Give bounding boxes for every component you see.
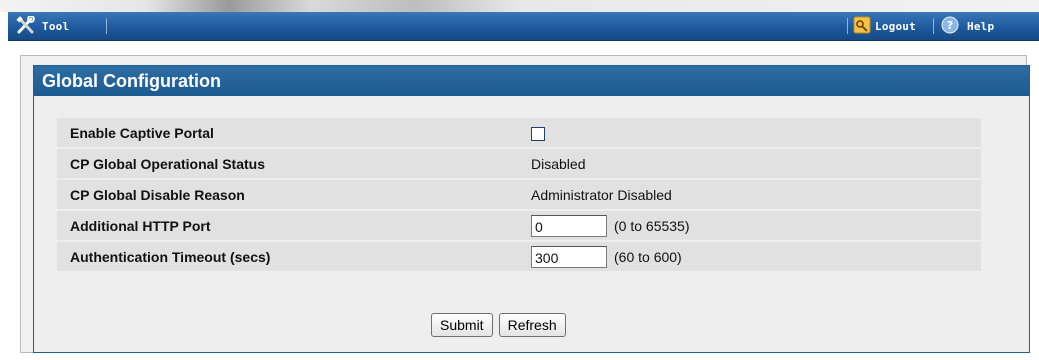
table-row: CP Global Disable Reason Administrator D… (57, 180, 981, 209)
toolbar-divider (106, 18, 107, 34)
http-port-range: (0 to 65535) (614, 217, 690, 234)
toolbar: Tool Logout ? Help (8, 12, 1039, 41)
config-table: Enable Captive Portal CP Global Operatio… (57, 116, 981, 273)
table-row: Enable Captive Portal (57, 118, 981, 147)
http-port-input[interactable]: 0 (531, 214, 607, 237)
enable-captive-portal-checkbox[interactable] (531, 126, 545, 141)
table-row: CP Global Operational Status Disabled (57, 149, 981, 178)
tools-icon (16, 14, 36, 37)
panel-title: Global Configuration (34, 66, 1029, 96)
row-label: Additional HTTP Port (57, 211, 523, 240)
panel-body: Enable Captive Portal CP Global Operatio… (34, 96, 1029, 352)
help-link[interactable]: ? Help (941, 12, 994, 40)
submit-button[interactable]: Submit (431, 313, 493, 337)
row-label: CP Global Disable Reason (57, 180, 523, 209)
tool-menu[interactable]: Tool (16, 12, 69, 40)
row-label: CP Global Operational Status (57, 149, 523, 178)
logout-label: Logout (875, 19, 916, 33)
auth-timeout-input[interactable]: 300 (531, 245, 607, 268)
operational-status-value: Disabled (523, 149, 981, 178)
help-label: Help (967, 19, 995, 33)
logout-link[interactable]: Logout (853, 12, 916, 40)
svg-text:?: ? (947, 19, 953, 32)
top-banner (0, 0, 1039, 12)
table-row: Authentication Timeout (secs) 300 (60 to … (57, 242, 981, 271)
toolbar-divider (847, 18, 848, 34)
global-configuration-panel: Global Configuration Enable Captive Port… (33, 65, 1030, 353)
refresh-button[interactable]: Refresh (498, 313, 566, 337)
button-bar: Submit Refresh (431, 313, 566, 337)
table-row: Additional HTTP Port 0 (0 to 65535) (57, 211, 981, 240)
tool-label: Tool (42, 19, 70, 33)
help-icon: ? (941, 16, 959, 37)
row-label: Enable Captive Portal (57, 118, 523, 147)
disable-reason-value: Administrator Disabled (523, 180, 981, 209)
row-label: Authentication Timeout (secs) (57, 242, 523, 271)
toolbar-divider (933, 18, 934, 34)
logout-icon (853, 16, 871, 37)
auth-timeout-range: (60 to 600) (614, 248, 682, 265)
